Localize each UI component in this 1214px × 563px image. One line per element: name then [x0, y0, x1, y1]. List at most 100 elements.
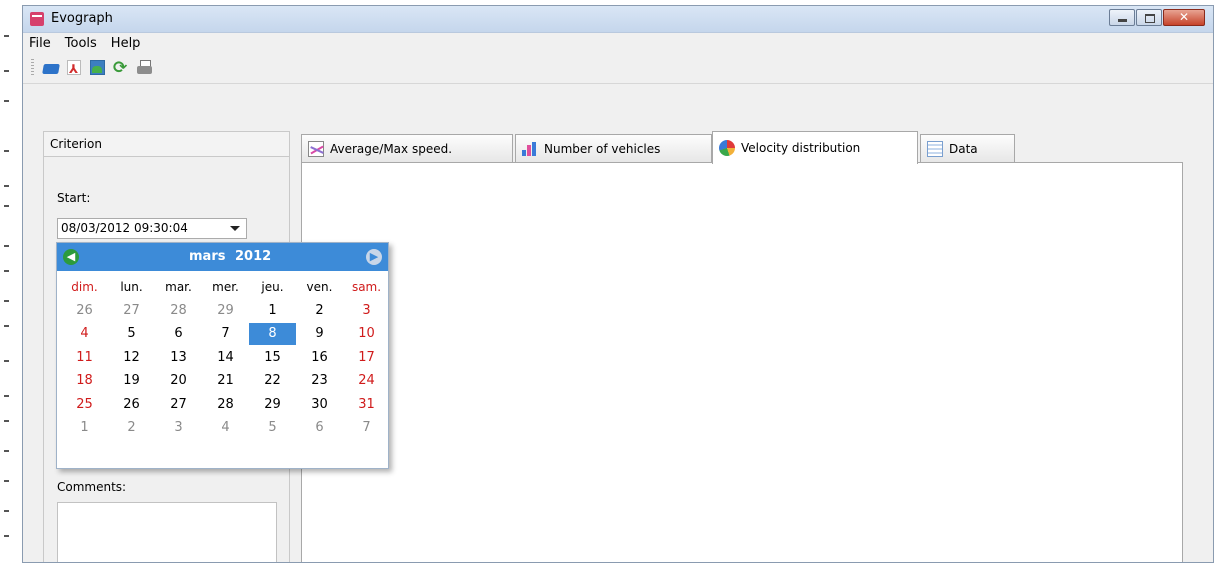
calendar-day[interactable]: 17: [343, 350, 390, 365]
calendar-day[interactable]: 7: [343, 420, 390, 435]
calendar-day[interactable]: 20: [155, 373, 202, 388]
calendar-day[interactable]: 1: [61, 420, 108, 435]
calendar-month[interactable]: mars: [189, 249, 225, 264]
calendar-day[interactable]: 3: [155, 420, 202, 435]
calendar-day[interactable]: 29: [249, 397, 296, 412]
calendar-day[interactable]: 21: [202, 373, 249, 388]
calendar-day[interactable]: 23: [296, 373, 343, 388]
tab-data[interactable]: Data: [920, 134, 1015, 163]
chart-area: [301, 162, 1183, 562]
calendar-day[interactable]: 14: [202, 350, 249, 365]
toolbar: ⅄ ⟳: [23, 53, 1213, 84]
calendar-day[interactable]: 2: [108, 420, 155, 435]
calendar-day[interactable]: 26: [61, 303, 108, 318]
close-button[interactable]: ✕: [1163, 9, 1205, 26]
tab-label: Data: [949, 142, 978, 156]
calendar-day[interactable]: 28: [155, 303, 202, 318]
tab-label: Average/Max speed.: [330, 142, 453, 156]
calendar-week: 25 26 27 28 29 30 31: [61, 393, 390, 417]
calendar-day[interactable]: 28: [202, 397, 249, 412]
previous-month-icon[interactable]: ◀: [63, 249, 79, 265]
table-icon: [927, 141, 943, 157]
start-date-picker[interactable]: 08/03/2012 09:30:04: [57, 218, 247, 239]
tab-velocity-distribution[interactable]: Velocity distribution: [712, 131, 918, 164]
toolbar-grip[interactable]: [31, 59, 34, 77]
window-title: Evograph: [51, 11, 113, 26]
calendar-year[interactable]: 2012: [235, 249, 271, 264]
background-window-edge: [0, 0, 22, 563]
weekday-label: lun.: [120, 279, 143, 294]
line-chart-icon: [308, 141, 324, 157]
calendar-day[interactable]: 10: [343, 326, 390, 341]
comments-textarea[interactable]: [57, 502, 277, 562]
refresh-icon[interactable]: ⟳: [113, 59, 131, 77]
tab-average-max-speed[interactable]: Average/Max speed.: [301, 134, 513, 163]
bar-chart-icon: [522, 141, 538, 157]
menu-file[interactable]: File: [29, 36, 51, 51]
calendar-week: 1 2 3 4 5 6 7: [61, 416, 390, 440]
calendar-day[interactable]: 9: [296, 326, 343, 341]
calendar-day[interactable]: 3: [343, 303, 390, 318]
weekday-label: mar.: [165, 279, 192, 294]
start-date-value: 08/03/2012 09:30:04: [61, 221, 188, 235]
window-controls: ✕: [1108, 9, 1205, 26]
menu-tools[interactable]: Tools: [65, 36, 97, 51]
calendar-day[interactable]: 18: [61, 373, 108, 388]
weekday-label: dim.: [71, 279, 98, 294]
calendar-day[interactable]: 29: [202, 303, 249, 318]
print-icon[interactable]: [136, 59, 154, 77]
calendar-day[interactable]: 5: [249, 420, 296, 435]
calendar-day[interactable]: 26: [108, 397, 155, 412]
comments-label: Comments:: [57, 480, 127, 494]
minimize-button[interactable]: [1109, 9, 1135, 26]
calendar-day[interactable]: 25: [61, 397, 108, 412]
calendar-day[interactable]: 27: [108, 303, 155, 318]
image-export-icon[interactable]: [89, 59, 107, 77]
pdf-icon[interactable]: ⅄: [66, 59, 84, 77]
chevron-down-icon[interactable]: [230, 226, 240, 231]
close-icon: ✕: [1178, 10, 1190, 24]
calendar-week: 11 12 13 14 15 16 17: [61, 346, 390, 370]
start-label: Start:: [57, 191, 91, 205]
calendar-day-selected[interactable]: 8: [249, 322, 296, 345]
calendar-day[interactable]: 31: [343, 397, 390, 412]
calendar-day[interactable]: 6: [296, 420, 343, 435]
calendar-day[interactable]: 22: [249, 373, 296, 388]
open-icon[interactable]: [42, 59, 61, 77]
calendar-day[interactable]: 16: [296, 350, 343, 365]
calendar-day[interactable]: 4: [202, 420, 249, 435]
pie-chart-icon: [719, 140, 735, 156]
weekday-label: ven.: [306, 279, 333, 294]
calendar-day[interactable]: 12: [108, 350, 155, 365]
calendar-week: 26 27 28 29 1 2 3: [61, 299, 390, 323]
tab-label: Velocity distribution: [741, 141, 861, 155]
weekday-label: jeu.: [261, 279, 284, 294]
calendar-grid: dim. lun. mar. mer. jeu. ven. sam. 26 27…: [61, 275, 390, 440]
calendar-day[interactable]: 27: [155, 397, 202, 412]
calendar-week: 4 5 6 7 8 9 10: [61, 322, 390, 346]
calendar-day[interactable]: 2: [296, 303, 343, 318]
calendar-day[interactable]: 19: [108, 373, 155, 388]
weekday-label: mer.: [212, 279, 239, 294]
calendar-day[interactable]: 15: [249, 350, 296, 365]
title-bar: Evograph ✕: [23, 6, 1213, 33]
weekday-header-row: dim. lun. mar. mer. jeu. ven. sam.: [61, 275, 390, 299]
maximize-button[interactable]: [1136, 9, 1162, 26]
calendar-day[interactable]: 7: [202, 326, 249, 341]
calendar-day[interactable]: 13: [155, 350, 202, 365]
tab-label: Number of vehicles: [544, 142, 661, 156]
calendar-day[interactable]: 1: [249, 303, 296, 318]
calendar-day[interactable]: 11: [61, 350, 108, 365]
calendar-day[interactable]: 24: [343, 373, 390, 388]
calendar-day[interactable]: 5: [108, 326, 155, 341]
tab-number-of-vehicles[interactable]: Number of vehicles: [515, 134, 712, 163]
menu-bar: File Tools Help: [23, 33, 1213, 53]
criterion-header: Criterion: [44, 132, 289, 157]
next-month-icon[interactable]: ▶: [366, 249, 382, 265]
weekday-label: sam.: [351, 279, 382, 294]
calendar-day[interactable]: 4: [61, 326, 108, 341]
app-icon: [30, 12, 44, 26]
menu-help[interactable]: Help: [111, 36, 141, 51]
calendar-day[interactable]: 30: [296, 397, 343, 412]
calendar-day[interactable]: 6: [155, 326, 202, 341]
